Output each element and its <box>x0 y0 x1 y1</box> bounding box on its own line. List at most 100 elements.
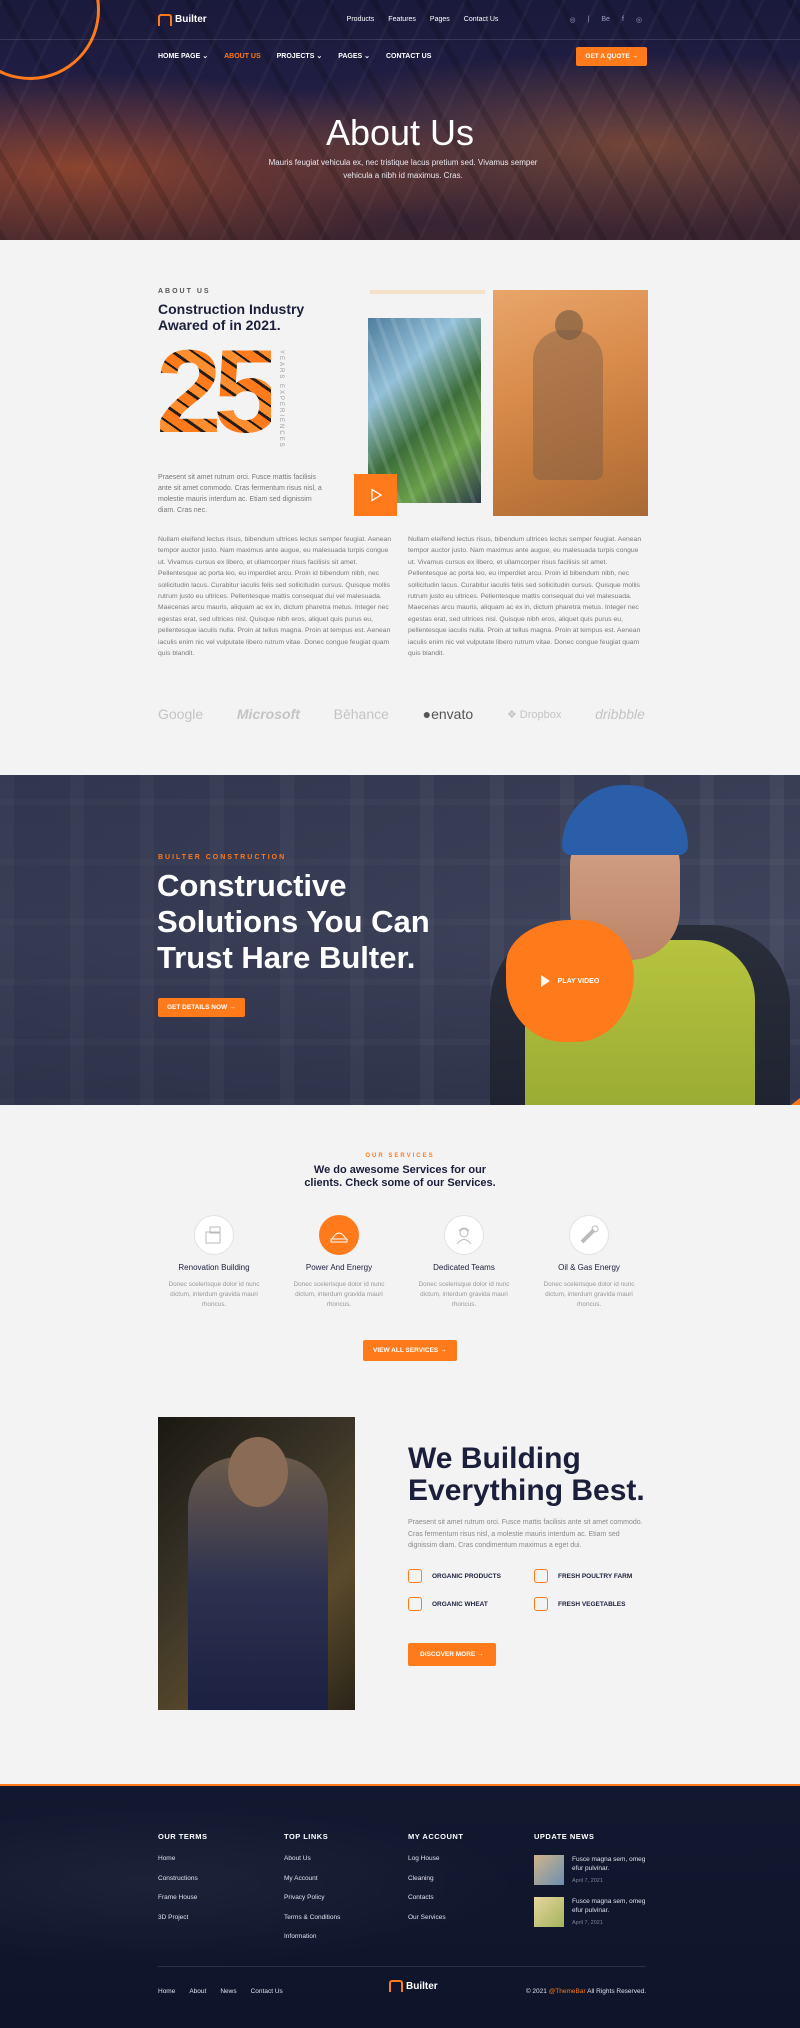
service-name: Dedicated Teams <box>433 1263 495 1272</box>
footer-link[interactable]: Privacy Policy <box>284 1894 340 1901</box>
footer-bottom-link[interactable]: News <box>220 1988 236 1995</box>
feature-item: ORGANIC WHEAT <box>408 1597 488 1611</box>
top-nav-contact[interactable]: Contact Us <box>464 16 499 23</box>
top-nav-features[interactable]: Features <box>388 16 416 23</box>
about-column-left: Nullam eleifend lectus risus, bibendum u… <box>158 536 392 658</box>
news-date: April 7, 2021 <box>572 1920 603 1926</box>
site-footer: OUR TERMS Home Constructions Frame House… <box>0 1784 800 2028</box>
facebook-icon[interactable]: f <box>622 16 624 24</box>
footer-col-terms: OUR TERMS Home Constructions Frame House… <box>158 1832 208 1933</box>
top-nav-products[interactable]: Products <box>347 16 375 23</box>
site-logo[interactable]: Builter <box>158 13 207 26</box>
about-section: ABOUT US Construction Industry Awared of… <box>0 240 800 775</box>
nav-projects[interactable]: PROJECTS ⌄ <box>277 52 323 60</box>
footer-bottom-nav: Home About News Contact Us <box>158 1988 283 1995</box>
top-nav: Products Features Pages Contact Us <box>347 16 499 23</box>
power-icon <box>319 1215 359 1255</box>
footer-bottom-link[interactable]: About <box>189 1988 206 1995</box>
footer-link[interactable]: Cleaning <box>408 1875 463 1882</box>
get-quote-button[interactable]: GET A QUOTE → <box>576 46 647 66</box>
service-card[interactable]: Renovation Building Donec scelerisque do… <box>158 1215 270 1310</box>
news-thumbnail <box>534 1897 564 1927</box>
service-card[interactable]: Oil & Gas Energy Donec scelerisque dolor… <box>533 1215 645 1310</box>
vegetables-icon <box>534 1597 548 1611</box>
pipe-icon <box>569 1215 609 1255</box>
themebar-link[interactable]: @ThemeBar <box>549 1988 586 1995</box>
behance-logo: Bēhance <box>333 706 389 722</box>
footer-heading: MY ACCOUNT <box>408 1832 464 1841</box>
image-accent-bar <box>370 290 485 294</box>
news-thumbnail <box>534 1855 564 1885</box>
top-nav-pages[interactable]: Pages <box>430 16 450 23</box>
news-item[interactable]: Fusce magna sem, omeg efur pulvinar. Apr… <box>534 1897 652 1927</box>
feature-item: FRESH POULTRY FARM <box>534 1569 632 1583</box>
building-title: We Building Everything Best. <box>408 1442 645 1507</box>
nav-about[interactable]: ABOUT US <box>224 53 261 60</box>
main-nav: HOME PAGE ⌄ ABOUT US PROJECTS ⌄ PAGES ⌄ … <box>158 44 647 68</box>
service-desc: Donec scelerisque dolor id nunc dictum, … <box>168 1281 260 1308</box>
worker-icon <box>444 1215 484 1255</box>
years-number: 25 <box>156 326 279 458</box>
microsoft-logo: Microsoft <box>236 706 300 722</box>
footer-link[interactable]: Frame House <box>158 1894 208 1901</box>
footer-link[interactable]: Our Services <box>408 1914 463 1921</box>
house-logo-icon <box>158 13 172 26</box>
footer-bottom-link[interactable]: Contact Us <box>251 1988 283 1995</box>
nav-contact[interactable]: CONTACT US <box>386 53 431 60</box>
discover-more-button[interactable]: DISCOVER MORE → <box>408 1643 496 1666</box>
footer-link[interactable]: Home <box>158 1855 208 1862</box>
footer-logo[interactable]: Builter <box>389 1980 438 1992</box>
cta-title: Constructive Solutions You Can Trust Har… <box>157 868 430 975</box>
view-all-services-button[interactable]: VIEW ALL SERVICES → <box>363 1340 457 1361</box>
footer-heading: UPDATE NEWS <box>534 1832 595 1841</box>
play-video-blob[interactable]: PLAY VIDEO <box>506 920 634 1042</box>
page-title: About Us <box>325 112 475 153</box>
years-label: YEARS EXPERIENCES <box>278 350 284 449</box>
footer-link[interactable]: Constructions <box>158 1875 208 1882</box>
about-column-right: Nullam eleifend lectus risus, bibendum u… <box>408 536 642 658</box>
hero-subtitle: Mauris feugiat vehicula ex, nec tristiqu… <box>268 158 538 180</box>
nav-pages[interactable]: PAGES ⌄ <box>338 52 370 60</box>
service-name: Oil & Gas Energy <box>558 1263 620 1272</box>
play-icon <box>540 975 550 987</box>
footer-link[interactable]: 3D Project <box>158 1914 208 1921</box>
wheat-icon <box>408 1597 422 1611</box>
play-video-label: PLAY VIDEO <box>557 977 600 985</box>
building-text: Praesent sit amet rutrum orci. Fusce mat… <box>408 1519 643 1550</box>
instagram-icon[interactable]: ◎ <box>569 16 575 24</box>
feature-item: FRESH VEGETABLES <box>534 1597 625 1611</box>
dribbble-icon[interactable]: ◎ <box>636 16 642 24</box>
footer-link[interactable]: Contacts <box>408 1894 463 1901</box>
services-section: OUR SERVICES We do awesome Services for … <box>0 1105 800 1417</box>
footer-link[interactable]: Log House <box>408 1855 463 1862</box>
hero-section: Builter Products Features Pages Contact … <box>0 0 800 240</box>
news-title: Fusce magna sem, omeg efur pulvinar. <box>572 1856 646 1872</box>
service-card[interactable]: Dedicated Teams Donec scelerisque dolor … <box>408 1215 520 1310</box>
play-video-button[interactable] <box>354 474 397 516</box>
dropbox-logo: ❖ Dropbox <box>506 708 562 721</box>
footer-link[interactable]: About Us <box>284 1855 340 1862</box>
copyright: © 2021 @ThemeBar All Rights Reserved. <box>525 1988 646 1995</box>
get-details-button[interactable]: GET DETAILS NOW → <box>158 998 245 1017</box>
news-item[interactable]: Fusce magna sem, omeg efur pulvinar. Apr… <box>534 1855 652 1885</box>
social-divider: | <box>587 15 590 23</box>
google-logo: Google <box>158 706 204 722</box>
cta-eyebrow: BUILTER CONSTRUCTION <box>158 854 287 861</box>
service-desc: Donec scelerisque dolor id nunc dictum, … <box>543 1281 635 1308</box>
footer-bottom-link[interactable]: Home <box>158 1988 175 1995</box>
services-eyebrow: OUR SERVICES <box>365 1153 435 1159</box>
footer-link[interactable]: Information <box>284 1933 340 1940</box>
service-card[interactable]: Power And Energy Donec scelerisque dolor… <box>283 1215 395 1310</box>
behance-icon[interactable]: Be <box>601 16 610 24</box>
brand-logos: Google Microsoft Bēhance ●envato ❖ Dropb… <box>158 706 645 722</box>
services-title: We do awesome Services for our clients. … <box>304 1164 496 1189</box>
renovation-icon <box>194 1215 234 1255</box>
footer-heading: TOP LINKS <box>284 1832 329 1841</box>
news-title: Fusce magna sem, omeg efur pulvinar. <box>572 1898 646 1914</box>
nav-home[interactable]: HOME PAGE ⌄ <box>158 52 208 60</box>
footer-col-top-links: TOP LINKS About Us My Account Privacy Po… <box>284 1832 340 1953</box>
service-desc: Donec scelerisque dolor id nunc dictum, … <box>293 1281 385 1308</box>
envato-logo: ●envato <box>422 706 474 722</box>
footer-link[interactable]: Terms & Conditions <box>284 1914 340 1921</box>
footer-link[interactable]: My Account <box>284 1875 340 1882</box>
